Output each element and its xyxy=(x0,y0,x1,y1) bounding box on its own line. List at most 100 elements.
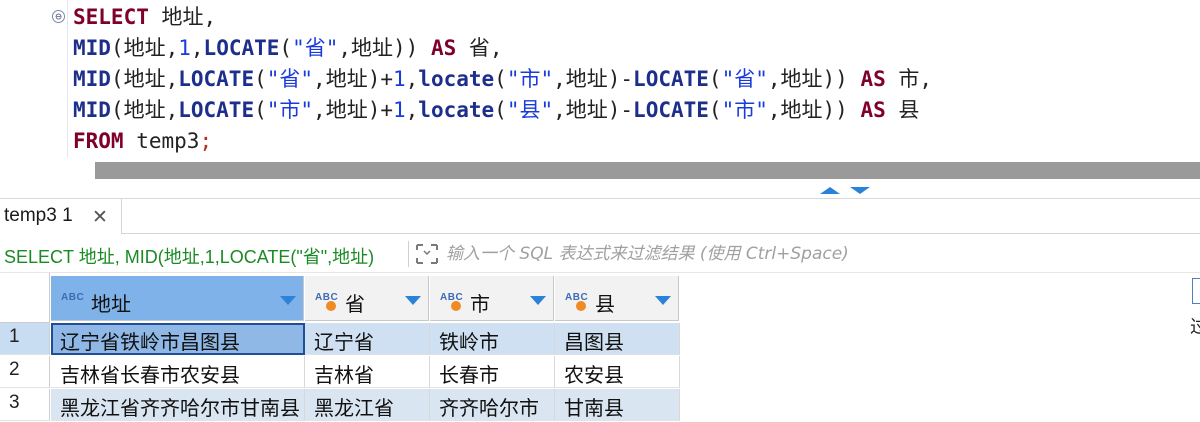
code-line: SELECT 地址, xyxy=(73,2,216,32)
code-token: LOCATE xyxy=(178,98,255,122)
table-cell[interactable]: 黑龙江省 xyxy=(305,389,430,421)
result-grid[interactable]: ABC 地址 ABC 省 ABC 市 ABC 县 1 辽宁省铁岭市昌图县 辽宁省… xyxy=(0,273,1200,422)
grid-corner[interactable] xyxy=(0,273,50,323)
code-token: locate xyxy=(418,98,495,122)
sort-dropdown-icon[interactable] xyxy=(405,296,421,305)
text-type-icon: ABC xyxy=(61,292,85,303)
column-name: 地址 xyxy=(91,294,131,316)
table-cell[interactable]: 长春市 xyxy=(430,356,555,388)
table-cell[interactable]: 辽宁省 xyxy=(305,323,430,355)
code-token: , xyxy=(405,98,419,122)
code-token: AS xyxy=(860,67,886,91)
results-tab-bar: temp3 1 ✕ xyxy=(0,198,1200,234)
code-token: 市, xyxy=(885,67,933,91)
code-token: ( xyxy=(254,67,267,91)
table-cell[interactable]: 甘南县 xyxy=(555,389,680,421)
key-indicator-icon xyxy=(451,301,461,311)
code-token: (地址, xyxy=(110,36,179,60)
text-type-icon: ABC xyxy=(565,292,589,303)
code-token: ( xyxy=(279,36,293,60)
code-token: MID xyxy=(73,67,111,91)
code-token: AS xyxy=(860,98,886,122)
divider xyxy=(408,241,409,267)
table-cell[interactable]: 黑龙江省齐齐哈尔市甘南县 xyxy=(51,389,305,421)
code-token: ,地址)- xyxy=(553,98,634,122)
filter-bar: SELECT 地址, MID(地址,1,LOCATE("省",地址) xyxy=(0,235,1200,273)
code-token: 县 xyxy=(885,98,920,122)
code-token: ; xyxy=(199,129,213,153)
editor-gutter xyxy=(0,0,40,160)
row-number[interactable]: 3 xyxy=(0,389,50,421)
query-preview[interactable]: SELECT 地址, MID(地址,1,LOCATE("省",地址) xyxy=(4,243,374,269)
column-header-province[interactable]: ABC 省 xyxy=(305,276,429,321)
code-token: (地址, xyxy=(110,67,179,91)
table-cell[interactable]: 吉林省长春市农安县 xyxy=(51,356,305,388)
key-indicator-icon xyxy=(576,301,586,311)
code-token: LOCATE xyxy=(203,36,280,60)
editor-horizontal-scrollbar[interactable] xyxy=(95,162,1200,179)
text-type-icon: ABC xyxy=(315,292,339,303)
code-token: SELECT xyxy=(73,5,149,29)
key-indicator-icon xyxy=(326,301,336,311)
table-cell[interactable]: 昌图县 xyxy=(555,323,680,355)
table-cell[interactable]: 吉林省 xyxy=(305,356,430,388)
expand-icon[interactable] xyxy=(415,243,439,265)
code-token: , xyxy=(405,67,419,91)
filter-expression-input[interactable] xyxy=(446,239,1186,269)
code-token: ( xyxy=(254,98,267,122)
code-token: ,地址)- xyxy=(553,67,634,91)
code-token: 省, xyxy=(456,36,503,60)
fold-toggle-icon[interactable]: ⊖ xyxy=(52,10,65,23)
column-header-city[interactable]: ABC 市 xyxy=(430,276,554,321)
panel-collapse-arrows-icon[interactable] xyxy=(816,183,876,197)
code-token: ( xyxy=(494,67,507,91)
sort-dropdown-icon[interactable] xyxy=(280,296,296,305)
code-line: FROM temp3; xyxy=(73,126,212,156)
code-token: ,地址)+ xyxy=(313,98,393,122)
column-name: 市 xyxy=(470,294,490,316)
table-cell[interactable]: 辽宁省铁岭市昌图县 xyxy=(51,323,305,355)
text-type-icon: ABC xyxy=(440,292,464,303)
sql-editor[interactable]: ⊖ SELECT 地址, MID(地址,1,LOCATE("省",地址)) AS… xyxy=(0,0,1200,160)
code-token: ,地址)) xyxy=(767,67,861,91)
side-panel-toggle[interactable] xyxy=(1192,278,1200,304)
code-token: 1 xyxy=(392,67,406,91)
close-icon[interactable]: ✕ xyxy=(92,206,108,229)
tab-results-temp3[interactable]: temp3 1 ✕ xyxy=(0,199,122,234)
sort-dropdown-icon[interactable] xyxy=(655,296,671,305)
code-token: AS xyxy=(430,36,457,60)
row-number[interactable]: 1 xyxy=(0,323,50,355)
column-name: 县 xyxy=(595,294,615,316)
code-area[interactable]: SELECT 地址, MID(地址,1,LOCATE("省",地址)) AS 省… xyxy=(67,0,1200,158)
code-token: ,地址)) xyxy=(767,98,861,122)
code-token: MID xyxy=(73,98,111,122)
code-token: ( xyxy=(494,98,507,122)
column-header-county[interactable]: ABC 县 xyxy=(555,276,679,321)
row-number[interactable]: 2 xyxy=(0,356,50,388)
code-token: FROM xyxy=(73,129,124,153)
code-line: MID(地址,LOCATE("市",地址)+1,locate("县",地址)-L… xyxy=(73,95,919,125)
code-token: "省" xyxy=(292,36,339,60)
code-token: "县" xyxy=(506,98,554,122)
code-token: "市" xyxy=(506,67,554,91)
code-token: "省" xyxy=(266,67,314,91)
code-token: , xyxy=(190,36,204,60)
code-token: "省" xyxy=(721,67,768,91)
code-token: ( xyxy=(708,67,722,91)
table-cell[interactable]: 农安县 xyxy=(555,356,680,388)
column-header-address[interactable]: ABC 地址 xyxy=(51,276,304,321)
code-token: ,地址)) xyxy=(338,36,431,60)
code-token: 1 xyxy=(392,98,406,122)
code-token: (地址, xyxy=(110,98,179,122)
code-token: ,地址)+ xyxy=(313,67,393,91)
code-token: "市" xyxy=(721,98,768,122)
sort-dropdown-icon[interactable] xyxy=(530,296,546,305)
code-token: LOCATE xyxy=(633,98,709,122)
table-cell[interactable]: 齐齐哈尔市 xyxy=(430,389,555,421)
code-token: 1 xyxy=(178,36,191,60)
table-cell[interactable]: 铁岭市 xyxy=(430,323,555,355)
code-token: locate xyxy=(418,67,495,91)
code-line: MID(地址,1,LOCATE("省",地址)) AS 省, xyxy=(73,33,503,63)
code-token: LOCATE xyxy=(178,67,255,91)
column-name: 省 xyxy=(345,294,365,316)
